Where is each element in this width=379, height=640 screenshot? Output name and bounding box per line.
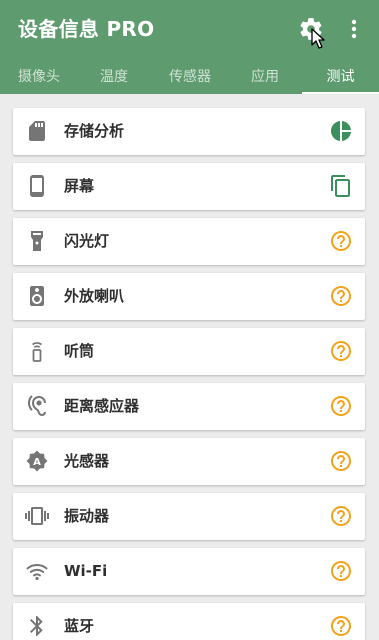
test-item-storage[interactable]: 存储分析 [13,108,365,155]
mouse-cursor-icon [311,28,327,50]
test-item-vibrator[interactable]: 振动器 [13,493,365,540]
test-item-label: Wi-Fi [64,562,108,580]
help-icon[interactable] [329,449,353,473]
flashlight-icon [25,229,49,253]
test-list: 存储分析 屏幕 闪光灯 外放喇叭 听筒 距离感应器 A 光感器 振动器 Wi-F… [0,94,379,640]
test-item-speaker[interactable]: 外放喇叭 [13,273,365,320]
sd-card-icon [25,119,49,143]
test-item-screen[interactable]: 屏幕 [13,163,365,210]
wifi-icon [25,559,49,583]
test-item-label: 闪光灯 [64,232,110,250]
test-item-bluetooth[interactable]: 蓝牙 [13,603,365,640]
help-icon[interactable] [329,229,353,253]
hearing-icon [25,394,49,418]
test-item-label: 存储分析 [64,122,125,140]
tab-temperature[interactable]: 温度 [76,62,152,94]
vibration-icon [25,504,49,528]
tab-apps[interactable]: 应用 [228,62,302,94]
help-icon[interactable] [329,284,353,308]
help-icon[interactable] [329,559,353,583]
pie-chart-icon[interactable] [329,119,353,143]
test-item-label: 听筒 [64,342,95,360]
phone-icon [25,174,49,198]
test-item-label: 蓝牙 [64,617,95,635]
app-bar: 设备信息 PRO 摄像头 温度 传感器 应用 测试 [0,0,379,94]
test-item-proximity[interactable]: 距离感应器 [13,383,365,430]
tab-camera[interactable]: 摄像头 [2,62,76,94]
copy-icon[interactable] [329,174,353,198]
svg-text:A: A [33,457,41,468]
bluetooth-icon [25,614,49,638]
more-vert-icon[interactable] [342,16,366,42]
test-item-label: 光感器 [64,452,110,470]
light-sensor-icon: A [25,449,49,473]
test-item-label: 振动器 [64,507,110,525]
test-item-light-sensor[interactable]: A 光感器 [13,438,365,485]
tab-bar: 摄像头 温度 传感器 应用 测试 [0,62,379,94]
earpiece-icon [25,339,49,363]
help-icon[interactable] [329,394,353,418]
test-item-flashlight[interactable]: 闪光灯 [13,218,365,265]
help-icon[interactable] [329,614,353,638]
test-item-earpiece[interactable]: 听筒 [13,328,365,375]
test-item-label: 屏幕 [64,177,95,195]
test-item-label: 距离感应器 [64,397,140,415]
tab-sensors[interactable]: 传感器 [152,62,228,94]
help-icon[interactable] [329,339,353,363]
speaker-icon [25,284,49,308]
test-item-wifi[interactable]: Wi-Fi [13,548,365,595]
help-icon[interactable] [329,504,353,528]
tab-tests[interactable]: 测试 [302,62,379,94]
test-item-label: 外放喇叭 [64,287,125,305]
app-title: 设备信息 PRO [18,17,155,41]
